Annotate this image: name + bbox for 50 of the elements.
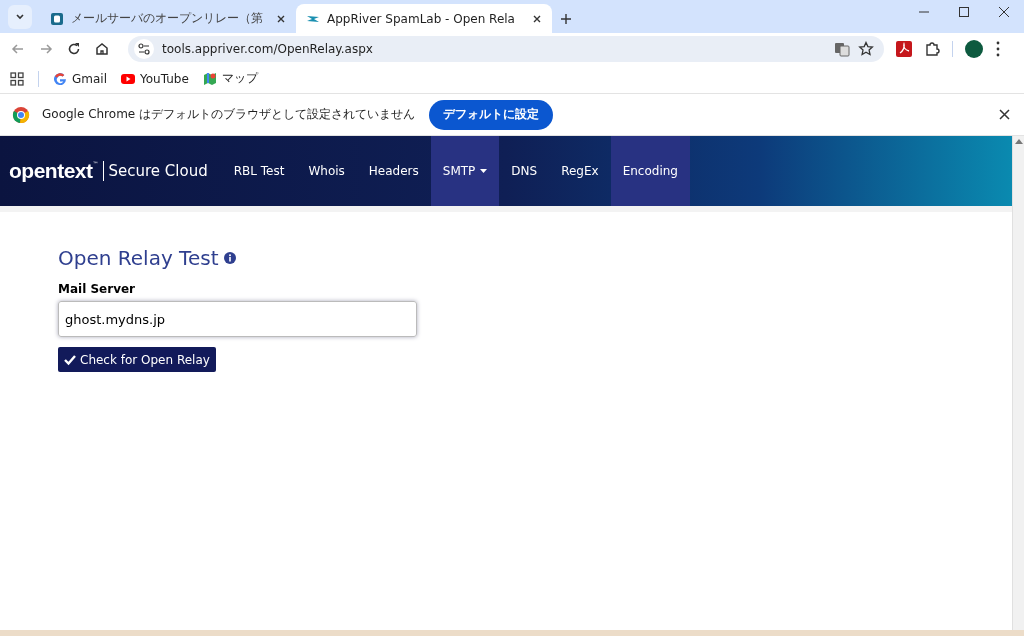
nav-link[interactable]: Headers: [356, 136, 431, 206]
nav-link[interactable]: SMTP: [430, 136, 500, 206]
puzzle-piece-icon[interactable]: [924, 40, 940, 57]
scroll-up-arrow-icon[interactable]: [1014, 139, 1023, 144]
default-browser-message: Google Chrome はデフォルトのブラウザとして設定されていません: [42, 106, 415, 123]
more-menu-icon[interactable]: [995, 40, 1001, 57]
check-open-relay-button[interactable]: Check for Open Relay: [58, 347, 216, 372]
field-label: Mail Server: [58, 282, 136, 296]
chrome-logo-icon: [12, 105, 30, 124]
product-name: Secure Cloud: [102, 161, 208, 181]
nav-link[interactable]: RBL Test: [221, 136, 297, 206]
browser-tab[interactable]: メールサーバのオープンリレー（第: [40, 4, 296, 33]
play-button-icon: [121, 72, 135, 85]
bookmark-link[interactable]: Gmail: [53, 71, 107, 86]
close-icon[interactable]: [532, 13, 542, 24]
close-icon[interactable]: [998, 5, 1010, 18]
url-text: tools.appriver.com/OpenRelay.aspx: [162, 41, 374, 56]
site-settings-icon[interactable]: [137, 41, 151, 56]
new-tab-icon[interactable]: [560, 13, 572, 25]
map-pin-icon: [202, 71, 217, 86]
google-g-icon: [53, 71, 67, 86]
bookmark-link[interactable]: YouTube: [121, 71, 189, 86]
bookmark-link[interactable]: マップ: [202, 70, 258, 87]
info-icon[interactable]: [224, 252, 237, 264]
checkmark-icon: [64, 353, 76, 366]
nav-link[interactable]: Whois: [296, 136, 357, 206]
tab-title: AppRiver SpamLab - Open Rela: [327, 11, 516, 26]
profile-avatar[interactable]: [965, 39, 983, 58]
set-default-button[interactable]: デフォルトに設定: [429, 99, 553, 130]
nav-link[interactable]: Encoding: [610, 136, 690, 206]
tab-title: メールサーバのオープンリレー（第: [71, 10, 264, 27]
pdf-icon[interactable]: [896, 40, 912, 57]
maximize-icon[interactable]: [958, 5, 970, 18]
home-icon[interactable]: [94, 40, 110, 57]
address-bar[interactable]: tools.appriver.com/OpenRelay.aspx: [128, 35, 884, 62]
page-icon: [50, 11, 64, 26]
star-icon[interactable]: [858, 40, 874, 57]
nav-link[interactable]: RegEx: [549, 136, 611, 206]
brand-logo[interactable]: opentext: [9, 159, 93, 183]
chevron-down-icon: [15, 12, 25, 22]
translate-icon[interactable]: [834, 40, 850, 57]
page-title: Open Relay Test: [58, 246, 219, 270]
mail-server-field[interactable]: ghost.mydns.jp: [58, 301, 417, 337]
apps-grid-icon[interactable]: [10, 71, 24, 86]
tab-list-button[interactable]: [8, 5, 32, 29]
browser-tab[interactable]: AppRiver SpamLab - Open Rela: [296, 4, 552, 33]
reload-icon[interactable]: [66, 40, 82, 57]
nav-link[interactable]: DNS: [499, 136, 550, 206]
close-icon[interactable]: [999, 109, 1010, 120]
close-icon[interactable]: [276, 13, 286, 24]
